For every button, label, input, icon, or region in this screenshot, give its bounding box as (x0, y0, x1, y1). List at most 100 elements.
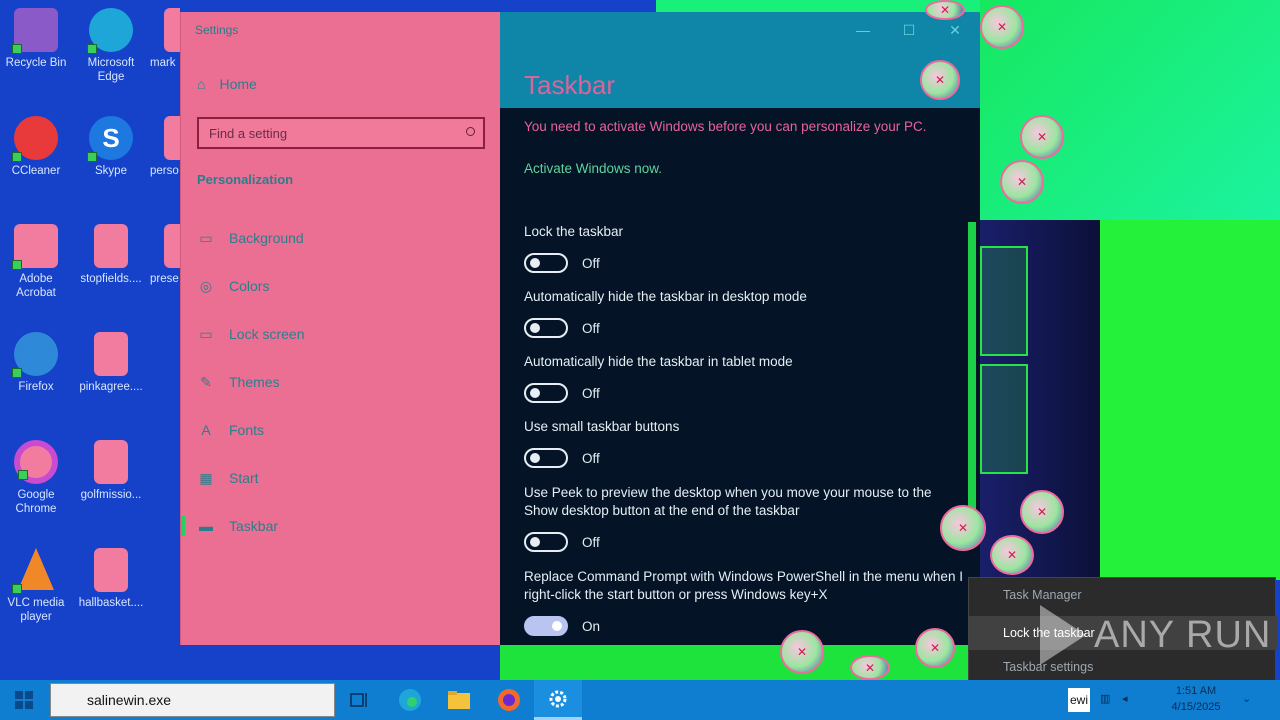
taskbar-search-input[interactable] (51, 684, 321, 716)
skype-icon: S (87, 116, 133, 162)
desktop-icon-adobe-acrobat[interactable]: Adobe Acrobat (0, 224, 72, 300)
desktop-icon-perso[interactable]: perso (150, 116, 180, 178)
close-button[interactable]: ✕ (932, 18, 978, 42)
content-header: — ☐ ✕ Taskbar (500, 12, 980, 108)
notifications-icon[interactable]: ⌄ (1242, 692, 1256, 706)
image-file-icon (94, 224, 128, 268)
glitch-artifact (1000, 160, 1044, 204)
desktop-icon-recycle-bin[interactable]: Recycle Bin (0, 8, 72, 70)
firefox-icon (498, 689, 520, 711)
volume-icon[interactable]: ◂ (1122, 692, 1136, 706)
activation-warning: You need to activate Windows before you … (524, 119, 927, 134)
sidebar-item-start[interactable]: ▦ Start (181, 460, 501, 496)
sidebar-item-label: Background (229, 230, 304, 246)
taskbar-clock[interactable]: 1:51 AM 4/15/2025 (1158, 683, 1234, 715)
nav-home-label: Home (219, 76, 257, 92)
autohide-tablet-toggle[interactable] (524, 383, 568, 403)
glitch-artifact (980, 5, 1024, 49)
taskbar: ewi ▥ ◂ 1:51 AM 4/15/2025 ⌄ (0, 680, 1280, 720)
glitch-artifact (925, 0, 965, 20)
sidebar-item-lock-screen[interactable]: ▭ Lock screen (181, 316, 501, 352)
setting-label: Automatically hide the taskbar in tablet… (524, 354, 793, 369)
settings-icon (549, 690, 567, 707)
nav-home[interactable]: ⌂ Home (197, 76, 257, 92)
desktop-icon-hallbasket[interactable]: hallbasket.... (75, 548, 147, 610)
desktop-icon-firefox[interactable]: Firefox (0, 332, 72, 394)
desktop-icon-vlc[interactable]: VLC media player (0, 548, 72, 624)
network-icon[interactable]: ▥ (1100, 692, 1114, 706)
desktop-icon-pinkagree[interactable]: pinkagree.... (75, 332, 147, 394)
sidebar-item-background[interactable]: ▭ Background (181, 220, 501, 256)
activate-windows-link[interactable]: Activate Windows now. (524, 161, 662, 176)
desktop-icon-golfmissio[interactable]: golfmissio... (75, 440, 147, 502)
small-buttons-toggle[interactable] (524, 448, 568, 468)
settings-nav-pane: Settings ⌂ Home Personalization ▭ Backgr… (180, 12, 500, 645)
powershell-toggle[interactable] (524, 616, 568, 636)
peek-toggle[interactable] (524, 532, 568, 552)
task-view-icon (350, 693, 367, 707)
clock-time: 1:51 AM (1175, 685, 1217, 697)
setting-small-buttons: Use small taskbar buttons Off (524, 418, 964, 468)
setting-label: Replace Command Prompt with Windows Powe… (524, 569, 963, 602)
play-icon (1040, 605, 1086, 665)
taskbar-edge-button[interactable] (386, 680, 434, 720)
watermark-text: ANY RUN (1094, 613, 1272, 656)
setting-autohide-desktop: Automatically hide the taskbar in deskto… (524, 288, 964, 338)
sidebar-item-themes[interactable]: ✎ Themes (181, 364, 501, 400)
toggle-state: Off (582, 255, 600, 271)
ccleaner-icon (12, 116, 58, 162)
desktop-icon-prese[interactable]: prese (150, 224, 180, 286)
content-scrollbar[interactable] (968, 222, 976, 512)
recycle-bin-icon (12, 8, 58, 54)
task-view-button[interactable] (336, 680, 384, 720)
taskbar-settings-button[interactable] (534, 680, 582, 720)
settings-content-pane: — ☐ ✕ Taskbar You need to activate Windo… (500, 12, 980, 645)
file-icon (164, 116, 180, 160)
search-input[interactable] (199, 119, 439, 147)
desktop-icon-ccleaner[interactable]: CCleaner (0, 116, 72, 178)
glitch-artifact (850, 655, 890, 680)
search-icon (466, 127, 475, 136)
setting-autohide-tablet: Automatically hide the taskbar in tablet… (524, 353, 964, 403)
desktop-icon-google-chrome[interactable]: Google Chrome (0, 440, 72, 516)
settings-window: Settings ⌂ Home Personalization ▭ Backgr… (180, 12, 980, 645)
start-button[interactable] (0, 680, 48, 720)
vlc-icon (12, 548, 58, 594)
excel-file-icon (164, 224, 180, 268)
acrobat-icon (12, 224, 58, 270)
autohide-desktop-toggle[interactable] (524, 318, 568, 338)
desktop-icon-skype[interactable]: S Skype (75, 116, 147, 178)
image-file-icon (94, 548, 128, 592)
sidebar-item-label: Start (229, 470, 259, 486)
font-icon: A (201, 422, 211, 438)
desktop-icon-mark[interactable]: mark (150, 8, 180, 70)
setting-lock-taskbar: Lock the taskbar Off (524, 223, 964, 273)
maximize-button[interactable]: ☐ (886, 18, 932, 42)
glitch-artifact (920, 60, 960, 100)
sidebar-item-fonts[interactable]: A Fonts (181, 412, 501, 448)
minimize-button[interactable]: — (840, 18, 886, 42)
glitch-artifact (940, 505, 986, 551)
lock-screen-icon: ▭ (199, 325, 213, 342)
sidebar-item-taskbar[interactable]: ▬ Taskbar (181, 508, 501, 544)
lock-taskbar-toggle[interactable] (524, 253, 568, 273)
glitch-artifact (990, 535, 1034, 575)
tray-app-label[interactable]: ewi (1068, 688, 1090, 712)
palette-icon: ◎ (199, 277, 213, 294)
toggle-state: Off (582, 385, 600, 401)
taskbar-firefox-button[interactable] (485, 680, 533, 720)
chrome-icon (14, 440, 58, 484)
watermark-logo: ANY RUN (1040, 605, 1271, 665)
desktop-icon-microsoft-edge[interactable]: Microsoft Edge (75, 8, 147, 84)
setting-label: Use small taskbar buttons (524, 419, 680, 434)
toggle-state: Off (582, 534, 600, 550)
edge-icon (399, 689, 421, 711)
setting-label: Use Peek to preview the desktop when you… (524, 485, 932, 518)
desktop-icon-stopfields[interactable]: stopfields.... (75, 224, 147, 286)
brush-icon: ✎ (200, 373, 212, 390)
nav-section-heading: Personalization (197, 172, 294, 187)
glitch-artifact (1020, 115, 1064, 159)
sidebar-item-label: Fonts (229, 422, 265, 438)
taskbar-file-explorer-button[interactable] (435, 680, 483, 720)
sidebar-item-colors[interactable]: ◎ Colors (181, 268, 501, 304)
